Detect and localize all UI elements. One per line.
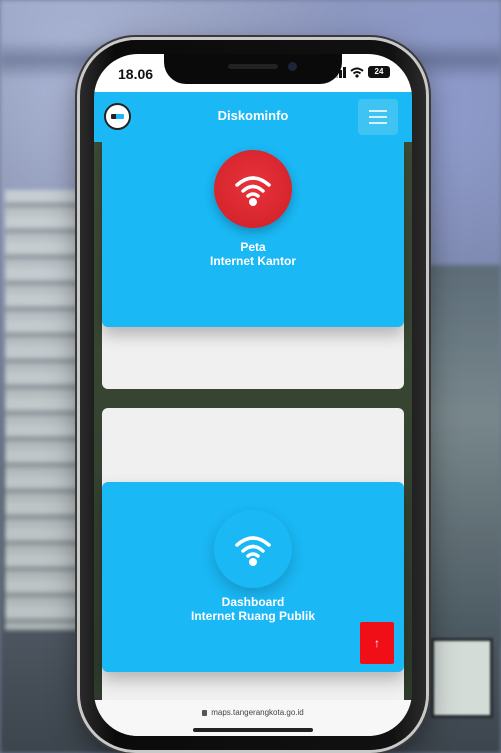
- scroll-to-top-button[interactable]: ↑: [360, 622, 394, 664]
- background-monitor-right: [421, 265, 501, 645]
- browser-address-bar[interactable]: maps.tangerangkota.go.id: [94, 700, 412, 736]
- home-indicator[interactable]: [193, 728, 313, 732]
- card-dashboard-internet-ruang-publik[interactable]: Dashboard Internet Ruang Publik: [102, 482, 404, 672]
- front-camera: [288, 62, 297, 71]
- card-label: Peta Internet Kantor: [102, 240, 404, 268]
- card-label-line1: Peta: [240, 240, 266, 254]
- phone-notch: [164, 54, 342, 84]
- card-label: Dashboard Internet Ruang Publik: [102, 595, 404, 623]
- background-screen: [431, 638, 493, 718]
- wifi-icon: [214, 510, 292, 588]
- hamburger-menu-button[interactable]: [358, 99, 398, 135]
- card-peta-internet-kantor[interactable]: Peta Internet Kantor: [102, 132, 404, 327]
- wifi-status-icon: [350, 67, 364, 78]
- speaker: [228, 64, 278, 69]
- hamburger-menu-icon: [369, 110, 387, 112]
- phone-frame: 18.06 24 Diskominfo Peta Internet Kantor…: [80, 40, 426, 750]
- app-header: Diskominfo: [94, 92, 412, 142]
- status-time: 18.06: [118, 66, 154, 82]
- phone-screen: 18.06 24 Diskominfo Peta Internet Kantor…: [94, 54, 412, 736]
- battery-icon: 24: [368, 66, 390, 78]
- main-content[interactable]: Peta Internet Kantor Dashboard Internet …: [94, 132, 412, 736]
- wifi-icon: [214, 150, 292, 228]
- background-monitor-left: [5, 190, 85, 630]
- card-label-line1: Dashboard: [221, 595, 285, 609]
- card-label-line2: Internet Kantor: [209, 254, 296, 268]
- url-display: maps.tangerangkota.go.id: [94, 708, 412, 717]
- url-text: maps.tangerangkota.go.id: [211, 708, 304, 717]
- card-label-line2: Internet Ruang Publik: [190, 609, 315, 623]
- lock-icon: [202, 709, 208, 716]
